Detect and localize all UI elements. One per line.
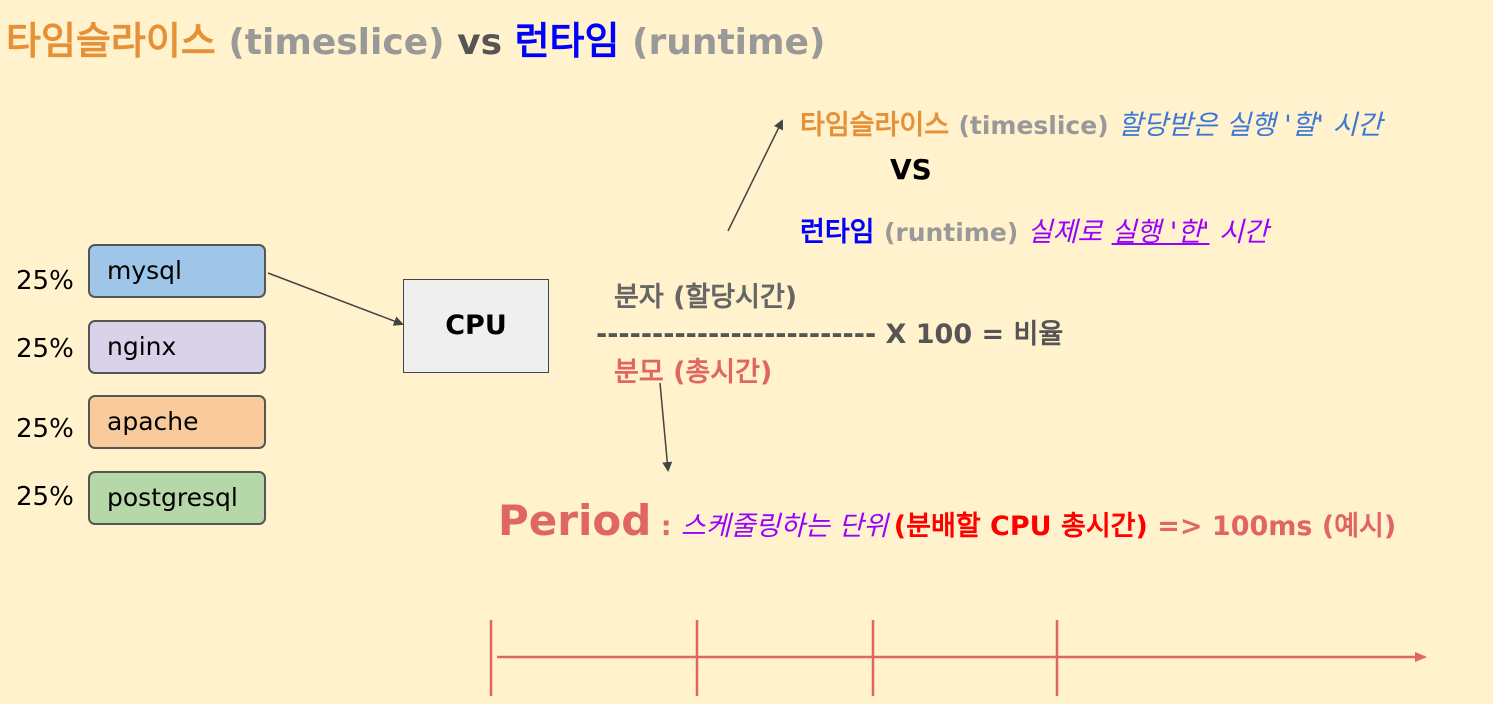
- def-timeslice-ko: 타임슬라이스: [800, 110, 950, 141]
- def-timeslice-desc: 할당받은 실행 '할' 시간: [1118, 110, 1383, 141]
- period-word: Period: [498, 496, 652, 545]
- formula-denominator: 분모 (총시간): [614, 357, 773, 388]
- period-colon: :: [651, 511, 681, 542]
- def-runtime-desc-c: 시간: [1218, 217, 1269, 248]
- period-desc: 스케줄링하는 단위: [680, 511, 889, 542]
- period-line: Period : 스케줄링하는 단위 (분배할 CPU 총시간) => 100m…: [498, 496, 1396, 545]
- formula-line: ------------------------- X 100 = 비율: [596, 319, 1064, 350]
- def-runtime-ko: 런타임: [800, 217, 875, 248]
- arrow-mysql-to-cpu: [267, 272, 404, 326]
- arrow-to-definitions: [727, 119, 783, 232]
- definition-runtime: 런타임 (runtime) 실제로 실행 '한' 시간: [800, 210, 1269, 249]
- arrow-to-period: [659, 382, 673, 472]
- definition-vs: VS: [890, 153, 932, 186]
- def-runtime-desc-b: 실행 '한': [1111, 217, 1210, 248]
- timeline: [489, 620, 1427, 696]
- period-paren: (분배할 CPU 총시간): [893, 511, 1148, 542]
- definition-timeslice: 타임슬라이스 (timeslice) 할당받은 실행 '할' 시간: [800, 103, 1382, 142]
- def-runtime-en: (runtime): [883, 218, 1019, 247]
- formula-numerator: 분자 (할당시간): [614, 282, 798, 313]
- def-runtime-desc-a: 실제로: [1027, 217, 1103, 248]
- period-example: => 100ms (예시): [1147, 511, 1397, 542]
- def-timeslice-en: (timeslice): [958, 111, 1109, 140]
